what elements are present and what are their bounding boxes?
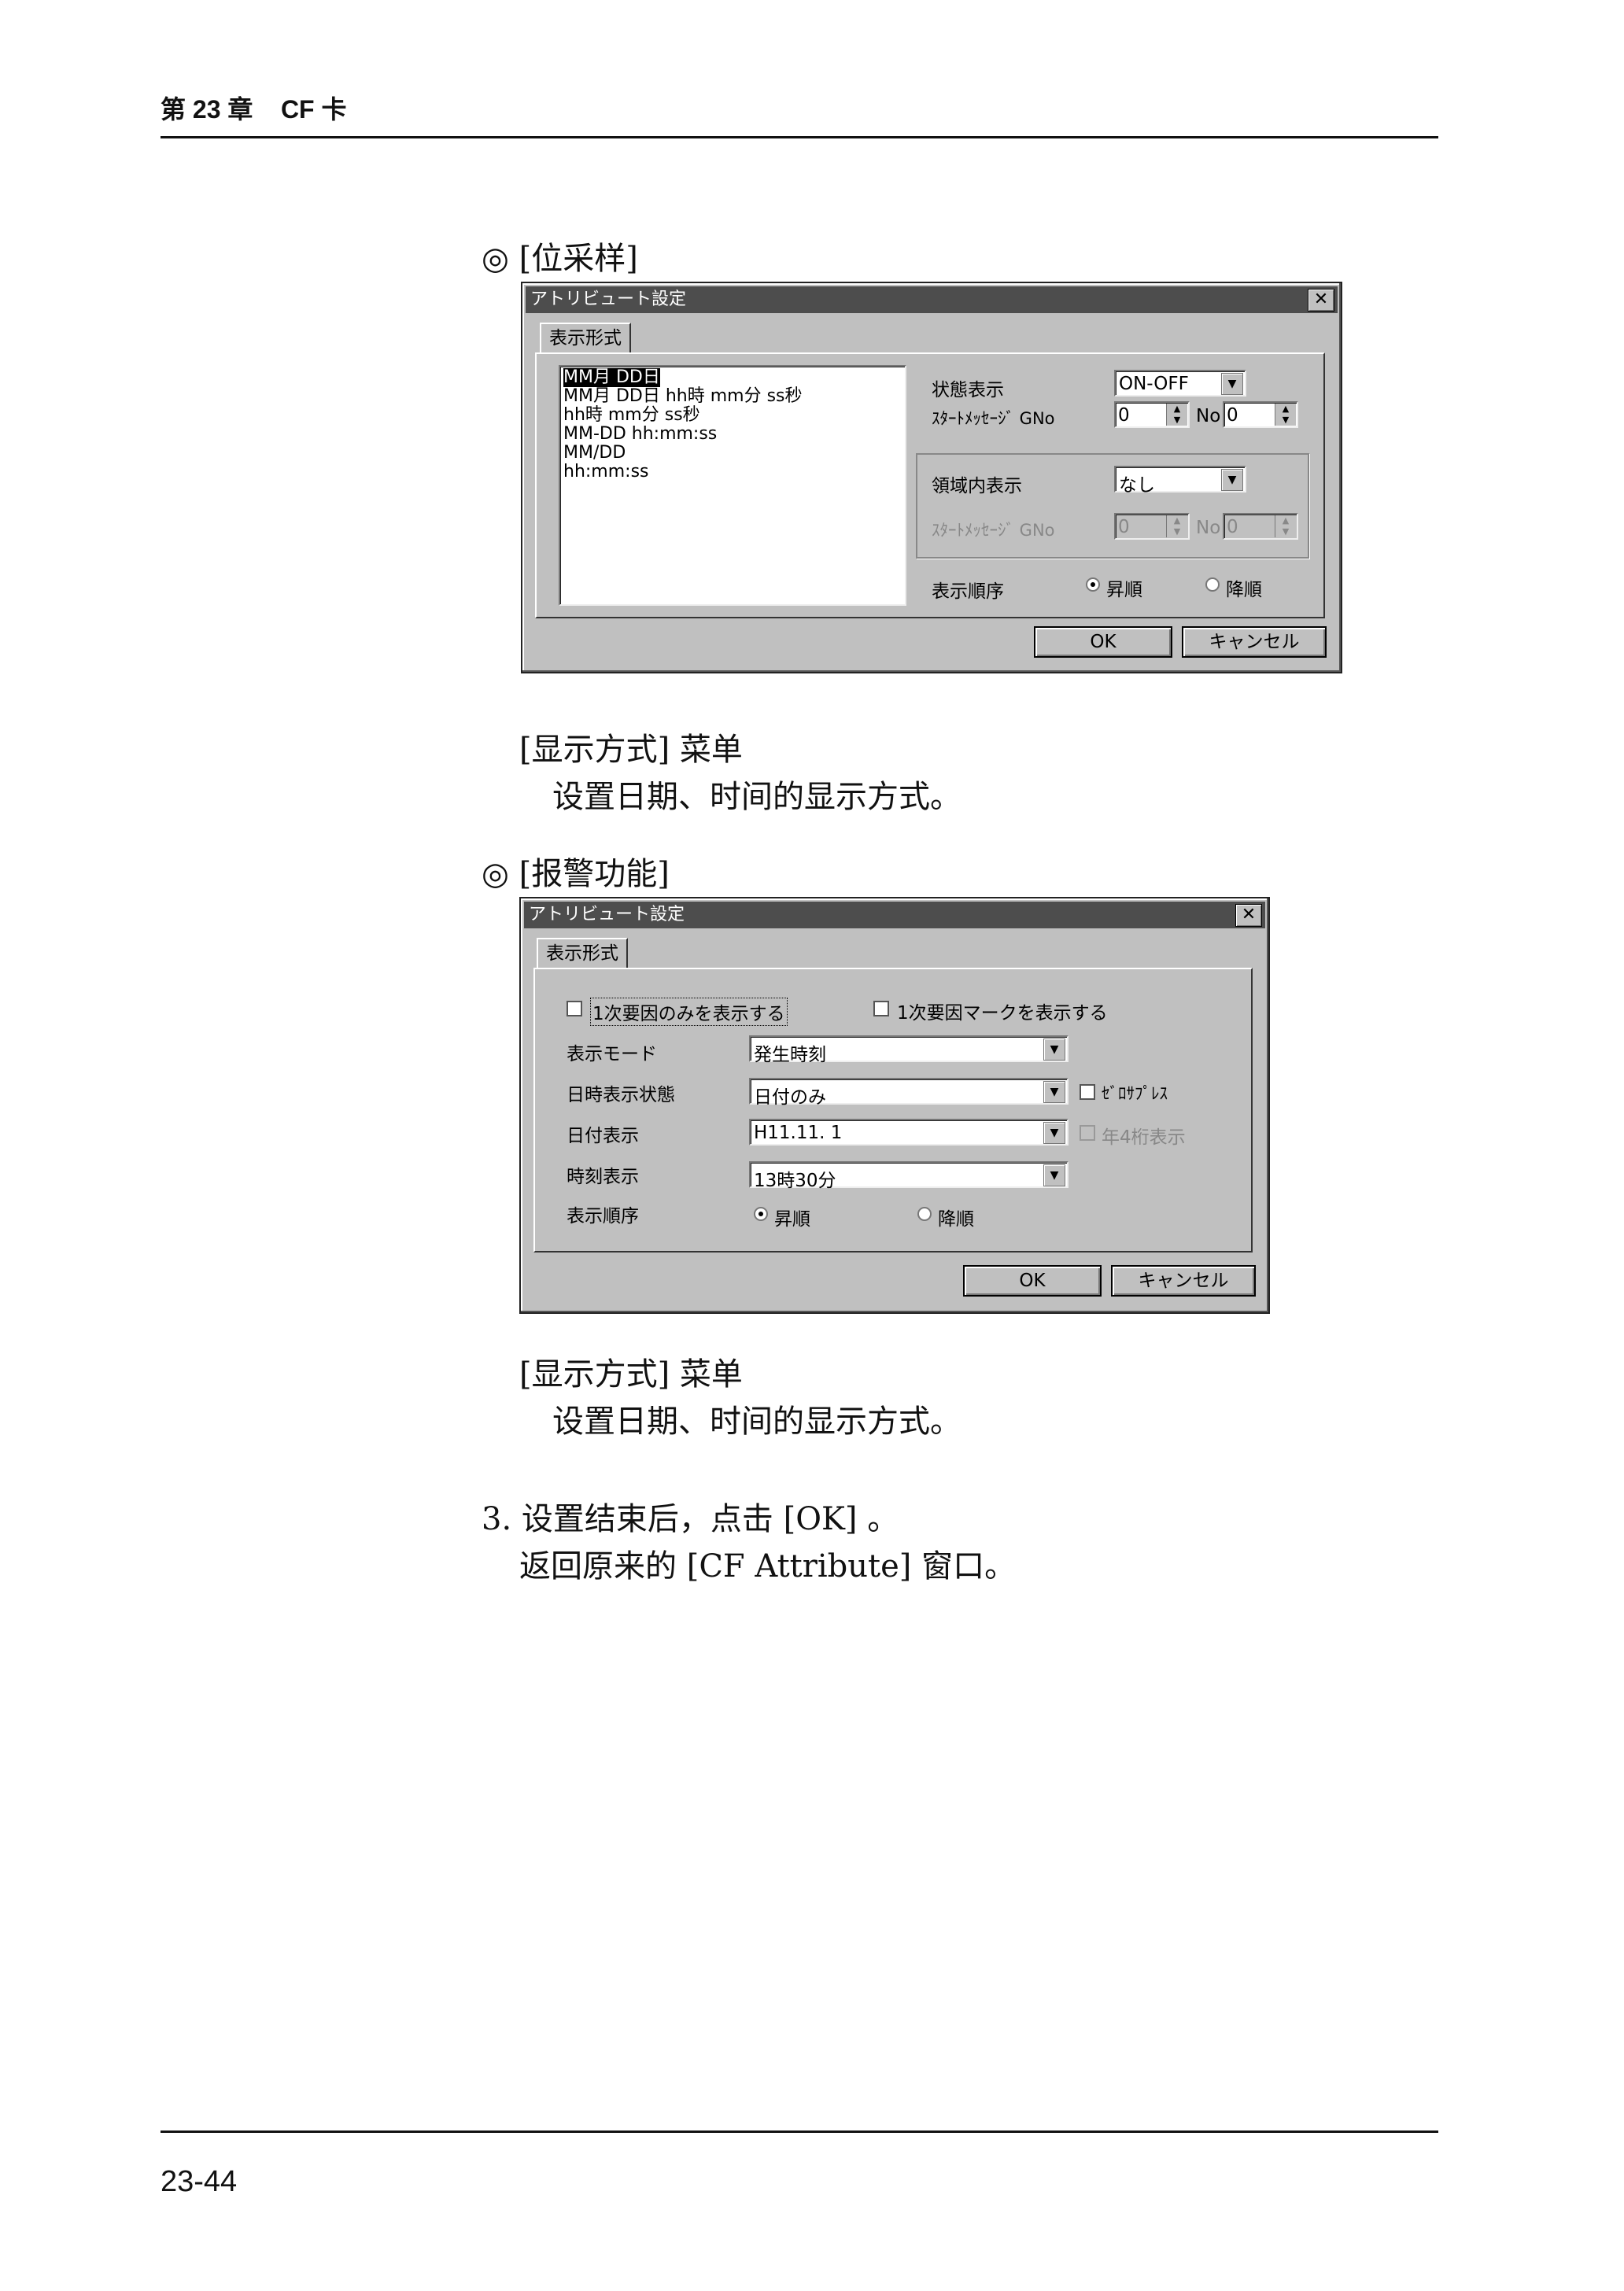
spin-arrows-icon: ▲ ▼ [1275, 515, 1296, 537]
cancel-button[interactable]: キャンセル [1111, 1265, 1256, 1297]
dialog-title: アトリビュート設定 [530, 290, 687, 309]
chevron-down-icon[interactable]: ▼ [1221, 469, 1243, 491]
datetime-state-value: 日付のみ [754, 1087, 826, 1108]
radio-ascending[interactable] [1086, 577, 1100, 592]
checkbox-year-4digit [1080, 1125, 1095, 1141]
menu-description-1: 设置日期、时间的显示方式。 [552, 779, 961, 815]
checkbox-zero-suppress[interactable] [1080, 1084, 1095, 1100]
tab-display-format[interactable]: 表示形式 [537, 938, 628, 968]
status-label: 状態表示 [932, 380, 1004, 400]
list-item[interactable]: hh:mm:ss [563, 463, 649, 481]
checkbox-primary-mark[interactable] [873, 1001, 889, 1016]
ok-button[interactable]: OK [1034, 626, 1172, 658]
tab-display-format[interactable]: 表示形式 [540, 323, 631, 352]
gno-value-disabled: 0 [1118, 517, 1130, 537]
radio-descending[interactable] [917, 1207, 932, 1221]
year-4digit-label: 年4桁表示 [1102, 1127, 1186, 1148]
radio-ascending[interactable] [754, 1207, 768, 1221]
display-mode-select[interactable]: 発生時刻 ▼ [749, 1035, 1069, 1065]
section-heading-alarm: ◎ [报警功能] [482, 856, 670, 892]
list-item[interactable]: MM月 DD日 [563, 368, 660, 387]
tab-panel: 1次要因のみを表示する 1次要因マークを表示する 表示モード 発生時刻 ▼ 日時… [533, 968, 1253, 1252]
descending-label: 降順 [1226, 580, 1262, 600]
order-label: 表示順序 [567, 1206, 639, 1227]
zero-suppress-label: ｾﾞﾛｻﾌﾟﾚｽ [1102, 1084, 1168, 1103]
checkbox-primary-only[interactable] [567, 1001, 582, 1016]
date-display-value: H11.11. 1 [754, 1123, 843, 1143]
gno-stepper[interactable]: 0 ▲ ▼ [1114, 401, 1190, 428]
attribute-dialog-bit-sampling: アトリビュート設定 ✕ 表示形式 MM月 DD日 MM月 DD日 hh時 mm分… [521, 282, 1342, 673]
list-item[interactable]: hh時 mm分 ss秒 [563, 406, 700, 425]
menu-title-1: [显示方式] 菜单 [519, 732, 743, 768]
region-group: 領域内表示 なし ▼ ｽﾀｰﾄﾒｯｾｰｼﾞ GNo 0 ▲ ▼ No 0 ▲ ▼ [916, 453, 1309, 559]
chevron-down-icon[interactable]: ▼ [1043, 1081, 1065, 1103]
no-stepper[interactable]: 0 ▲ ▼ [1223, 401, 1298, 428]
chevron-down-icon[interactable]: ▼ [1043, 1122, 1065, 1144]
status-select[interactable]: ON-OFF ▼ [1114, 370, 1246, 397]
spin-arrows-icon[interactable]: ▲ ▼ [1166, 404, 1187, 426]
region-select-value: なし [1119, 475, 1155, 496]
no-value-disabled: 0 [1227, 517, 1238, 537]
menu-title-2: [显示方式] 菜单 [519, 1356, 743, 1393]
no-label: No [1196, 406, 1221, 426]
display-mode-label: 表示モード [567, 1044, 657, 1064]
attribute-dialog-alarm: アトリビュート設定 ✕ 表示形式 1次要因のみを表示する 1次要因マークを表示す… [519, 897, 1270, 1314]
close-icon[interactable]: ✕ [1308, 289, 1334, 312]
list-item[interactable]: MM月 DD日 hh時 mm分 ss秒 [563, 387, 803, 406]
no-stepper-disabled: 0 ▲ ▼ [1223, 513, 1298, 540]
chevron-down-icon[interactable]: ▼ [1221, 373, 1243, 395]
no-label-disabled: No [1196, 518, 1221, 538]
dialog-titlebar: アトリビュート設定 ✕ [526, 286, 1338, 313]
start-message-label: ｽﾀｰﾄﾒｯｾｰｼﾞ GNo [932, 409, 1055, 428]
step-3-result: 返回原来的 [CF Attribute] 窗口。 [519, 1548, 1017, 1585]
header-rule [161, 136, 1438, 138]
datetime-state-label: 日時表示状態 [567, 1085, 675, 1105]
time-display-value: 13時30分 [754, 1171, 836, 1191]
chapter-header: 第 23 章 CF 卡 [161, 95, 347, 124]
time-display-select[interactable]: 13時30分 ▼ [749, 1161, 1069, 1191]
date-display-select[interactable]: H11.11. 1 ▼ [749, 1119, 1069, 1146]
region-select[interactable]: なし ▼ [1114, 466, 1246, 496]
step-3: 3. 设置结束后，点击 [OK] 。 [482, 1501, 899, 1537]
chevron-down-icon[interactable]: ▼ [1043, 1039, 1065, 1061]
no-value: 0 [1227, 405, 1238, 426]
primary-mark-label: 1次要因マークを表示する [897, 1003, 1108, 1024]
primary-only-label: 1次要因のみを表示する [590, 998, 788, 1026]
gno-value: 0 [1118, 405, 1130, 426]
ascending-label: 昇順 [1106, 580, 1142, 600]
spin-arrows-icon: ▲ ▼ [1166, 515, 1187, 537]
datetime-state-select[interactable]: 日付のみ ▼ [749, 1078, 1069, 1108]
radio-descending[interactable] [1205, 577, 1220, 592]
start-message-label-disabled: ｽﾀｰﾄﾒｯｾｰｼﾞ GNo [932, 521, 1055, 540]
list-item[interactable]: MM/DD [563, 444, 626, 463]
time-display-label: 時刻表示 [567, 1167, 639, 1187]
page-number: 23-44 [161, 2165, 238, 2198]
ascending-label: 昇順 [774, 1209, 810, 1230]
list-item[interactable]: MM-DD hh:mm:ss [563, 425, 717, 444]
cancel-button[interactable]: キャンセル [1182, 626, 1327, 658]
dialog-titlebar: アトリビュート設定 ✕ [524, 902, 1265, 928]
date-display-label: 日付表示 [567, 1126, 639, 1146]
spin-arrows-icon[interactable]: ▲ ▼ [1275, 404, 1296, 426]
descending-label: 降順 [938, 1209, 974, 1230]
dialog-title: アトリビュート設定 [529, 905, 685, 924]
section-heading-bit-sampling: ◎ [位采样] [482, 241, 638, 277]
order-label: 表示順序 [932, 581, 1004, 602]
display-mode-value: 発生時刻 [754, 1045, 826, 1065]
gno-stepper-disabled: 0 ▲ ▼ [1114, 513, 1190, 540]
region-label: 領域内表示 [932, 476, 1022, 496]
status-select-value: ON-OFF [1119, 374, 1189, 394]
footer-rule [161, 2131, 1438, 2133]
chevron-down-icon[interactable]: ▼ [1043, 1164, 1065, 1186]
tab-panel: MM月 DD日 MM月 DD日 hh時 mm分 ss秒 hh時 mm分 ss秒 … [535, 352, 1325, 618]
ok-button[interactable]: OK [963, 1265, 1102, 1297]
menu-description-2: 设置日期、时间的显示方式。 [552, 1404, 961, 1440]
close-icon[interactable]: ✕ [1235, 904, 1262, 927]
format-listbox[interactable]: MM月 DD日 MM月 DD日 hh時 mm分 ss秒 hh時 mm分 ss秒 … [559, 365, 906, 606]
